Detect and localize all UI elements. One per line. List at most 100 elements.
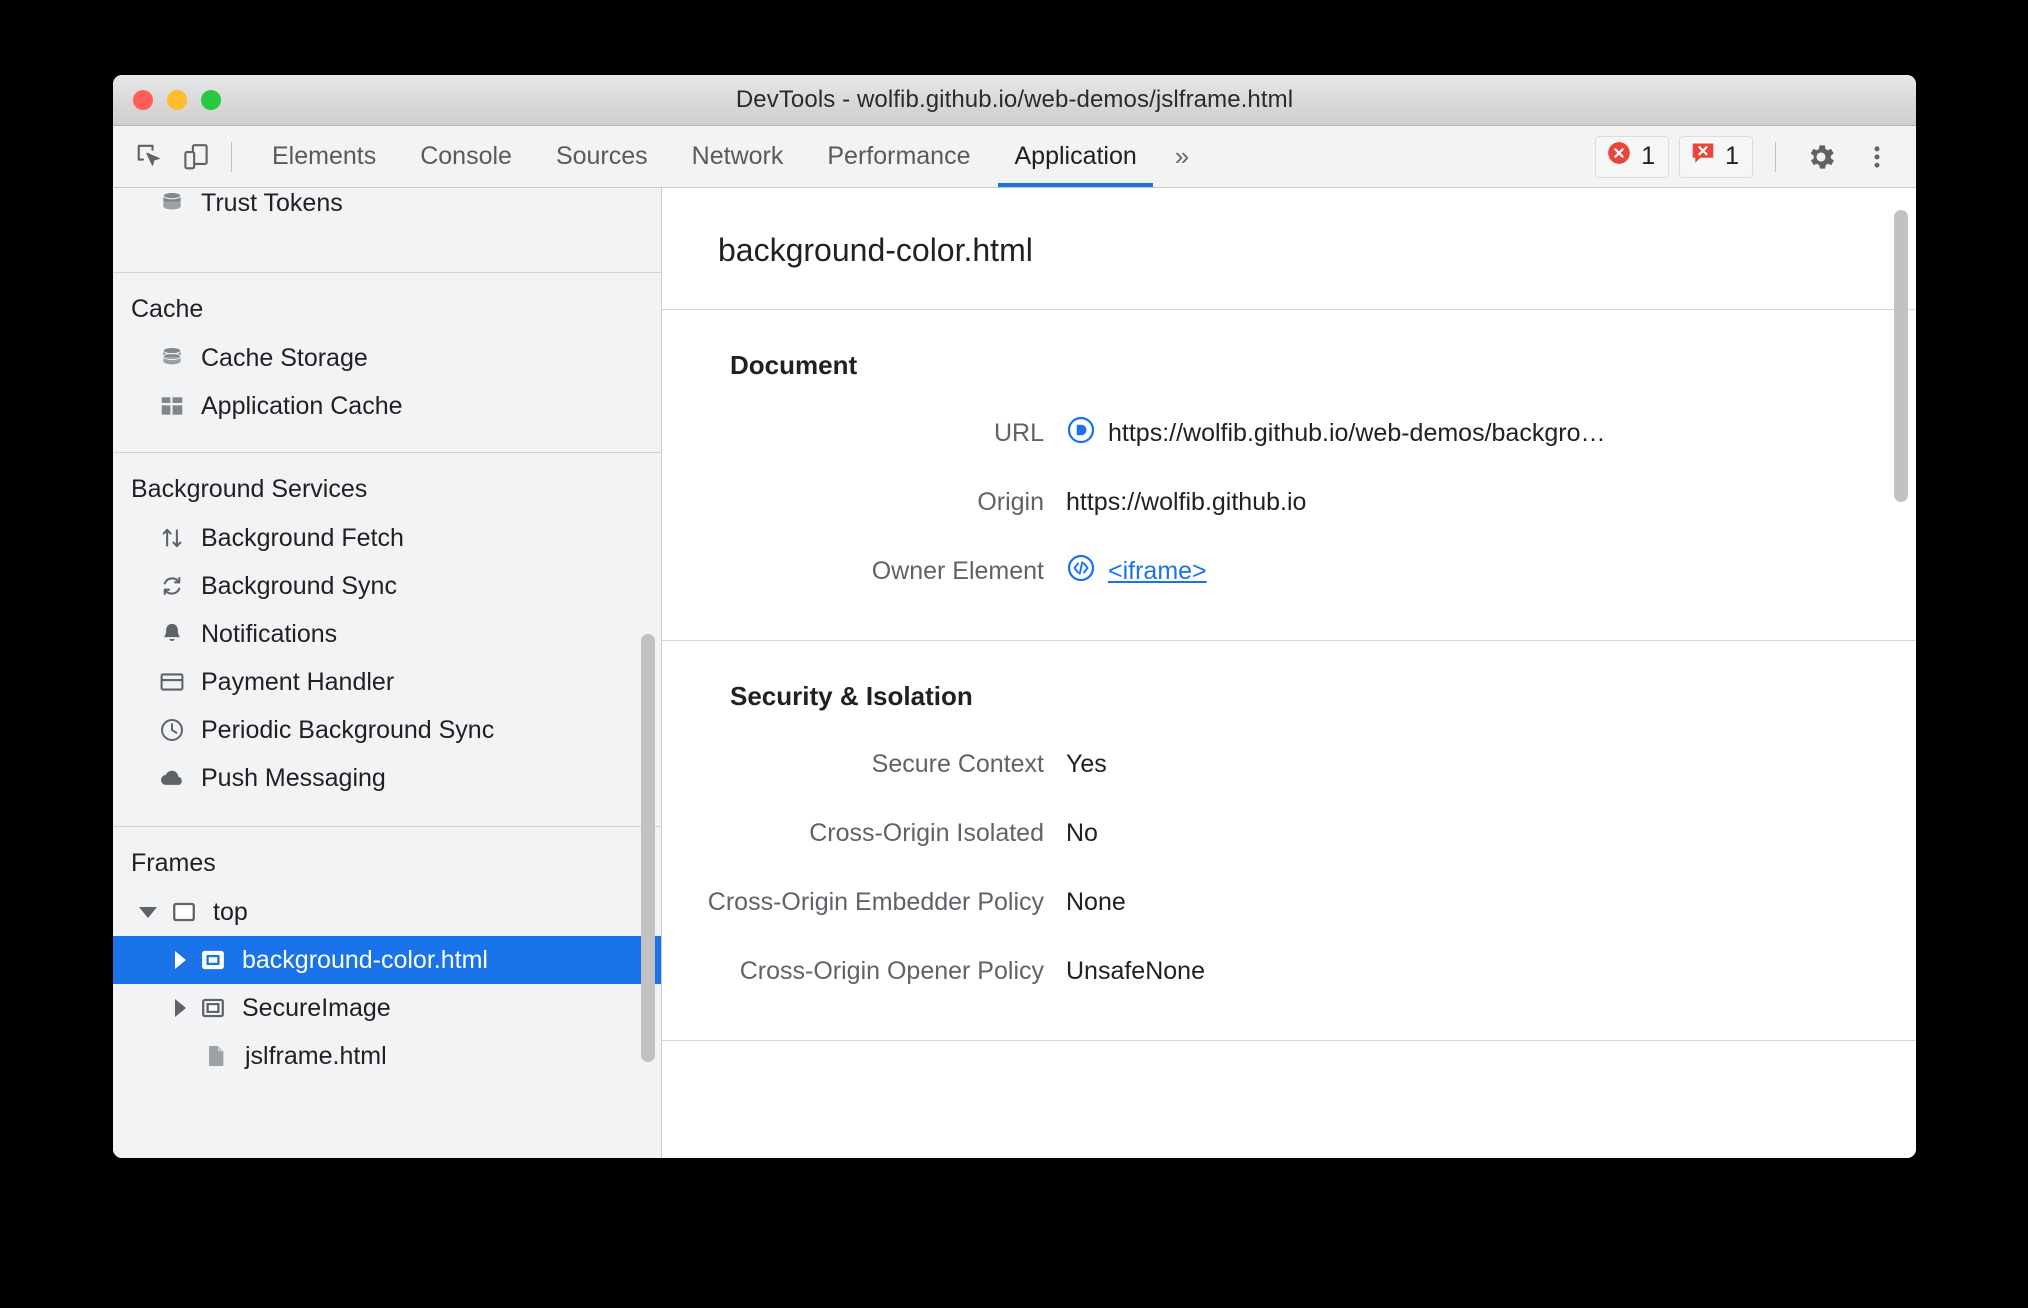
sidebar-item-notifications[interactable]: Notifications [113, 610, 661, 658]
origin-value: https://wolfib.github.io [1066, 488, 1307, 516]
row-value: None [1066, 888, 1166, 917]
tab-sources[interactable]: Sources [534, 126, 670, 187]
cloud-icon [155, 765, 189, 791]
sidebar-item-payment-handler[interactable]: Payment Handler [113, 658, 661, 706]
sidebar-item-label: Background Fetch [201, 523, 404, 552]
console-errors-badge[interactable]: 1 [1595, 135, 1670, 178]
tab-network[interactable]: Network [670, 126, 806, 187]
sidebar-item-cache-storage[interactable]: Cache Storage [113, 334, 661, 382]
row-url: URL https://wolfib.github.io/web-demos/b… [662, 399, 1916, 468]
clock-icon [155, 717, 189, 743]
row-label: Secure Context [871, 750, 1044, 778]
row-label: Cross-Origin Embedder Policy [707, 888, 1044, 916]
iframe-icon [196, 947, 230, 973]
more-tabs-button[interactable]: » [1159, 126, 1205, 187]
owner-element-link[interactable]: <iframe> [1108, 557, 1207, 586]
row-value: No [1066, 819, 1138, 848]
main-panel-scrollbar[interactable] [1894, 210, 1908, 502]
tab-elements[interactable]: Elements [250, 126, 398, 187]
section-document: Document URL https://wolfib.github.io/we… [662, 310, 1916, 641]
sidebar-item-periodic-background-sync[interactable]: Periodic Background Sync [113, 706, 661, 754]
sidebar-item-label: Application Cache [201, 391, 403, 420]
coep-value: None [1066, 888, 1126, 916]
row-label: Origin [977, 488, 1044, 516]
grid-icon [155, 393, 189, 419]
row-value: Yes [1066, 750, 1147, 779]
bell-icon [155, 621, 189, 647]
sidebar-section-storage-partial: Trust Tokens [113, 188, 661, 272]
coop-value: UnsafeNone [1066, 957, 1205, 985]
sidebar-item-background-fetch[interactable]: Background Fetch [113, 514, 661, 562]
minimize-window-button[interactable] [167, 90, 187, 110]
sync-icon [155, 573, 189, 599]
kebab-menu-icon[interactable] [1854, 134, 1900, 180]
section-security-isolation: Security & Isolation Secure Context Yes … [662, 641, 1916, 1041]
tab-console[interactable]: Console [398, 126, 534, 187]
issues-count: 1 [1725, 142, 1739, 170]
toolbar-divider-right [1775, 141, 1776, 172]
sidebar-item-label: jslframe.html [245, 1041, 387, 1070]
row-value: https://wolfib.github.io/web-demos/backg… [1066, 415, 1645, 452]
frame-details-panel: background-color.html Document URL https… [662, 188, 1916, 1158]
sidebar-item-background-sync[interactable]: Background Sync [113, 562, 661, 610]
device-toolbar-icon[interactable] [173, 134, 219, 180]
chevron-right-icon[interactable] [175, 951, 186, 969]
sidebar-item-label: Background Sync [201, 571, 397, 600]
row-owner-element: Owner Element <iframe> [662, 537, 1916, 606]
sidebar-item-label: Push Messaging [201, 763, 386, 792]
frame-details-header: background-color.html [662, 188, 1916, 310]
row-value: https://wolfib.github.io [1066, 488, 1346, 517]
page-title: background-color.html [718, 232, 1033, 268]
tab-application[interactable]: Application [992, 126, 1158, 187]
document-icon [199, 1043, 233, 1069]
sidebar-item-trust-tokens[interactable]: Trust Tokens [113, 188, 661, 224]
sidebar-group-title-cache: Cache [131, 295, 204, 323]
sidebar-item-push-messaging[interactable]: Push Messaging [113, 754, 661, 802]
devtools-toolbar: Elements Console Sources Network Perform… [113, 126, 1916, 188]
iframe-icon [196, 995, 230, 1021]
section-title-document: Document [730, 350, 858, 380]
secure-context-value: Yes [1066, 750, 1107, 778]
row-coep: Cross-Origin Embedder Policy None [662, 868, 1916, 937]
sidebar-item-frame-top[interactable]: top [113, 888, 661, 936]
devtools-window: DevTools - wolfib.github.io/web-demos/js… [113, 75, 1916, 1158]
screenshot-root: DevTools - wolfib.github.io/web-demos/js… [0, 0, 2028, 1308]
code-badge-icon [1066, 553, 1096, 590]
application-sidebar: Trust Tokens Cache Cache Storage Applica… [113, 188, 662, 1158]
error-circle-icon [1606, 140, 1632, 173]
sidebar-item-label: top [213, 897, 248, 926]
row-coop: Cross-Origin Opener Policy UnsafeNone [662, 937, 1916, 1006]
sidebar-scrollbar[interactable] [641, 634, 655, 1062]
close-window-button[interactable] [133, 90, 153, 110]
sidebar-item-frame-background-color[interactable]: background-color.html [113, 936, 661, 984]
sidebar-item-frame-secureimage[interactable]: SecureImage [113, 984, 661, 1032]
sidebar-item-label: Payment Handler [201, 667, 395, 696]
maximize-window-button[interactable] [201, 90, 221, 110]
chevron-right-icon[interactable] [175, 999, 186, 1017]
section-title-security-isolation: Security & Isolation [730, 681, 973, 711]
errors-count: 1 [1641, 142, 1656, 170]
window-controls [133, 90, 221, 110]
sidebar-item-label: Trust Tokens [201, 188, 343, 217]
devtools-tabs: Elements Console Sources Network Perform… [250, 126, 1205, 187]
chevron-down-icon[interactable] [139, 906, 157, 918]
row-value: UnsafeNone [1066, 957, 1245, 986]
gear-icon[interactable] [1798, 134, 1844, 180]
sidebar-section-background-services: Background Services Background Fetch Bac… [113, 453, 661, 826]
sidebar-item-frame-jslframe[interactable]: jslframe.html [113, 1032, 661, 1080]
sidebar-group-title-background-services: Background Services [131, 475, 368, 503]
inspect-element-icon[interactable] [127, 134, 173, 180]
sidebar-section-frames: Frames top background-color.html SecureI… [113, 827, 661, 1080]
credit-card-icon [155, 669, 189, 695]
sidebar-item-label: SecureImage [242, 993, 391, 1022]
window-title: DevTools - wolfib.github.io/web-demos/js… [735, 86, 1294, 113]
issues-badge[interactable]: 1 [1679, 135, 1753, 178]
devtools-content: Trust Tokens Cache Cache Storage Applica… [113, 188, 1916, 1158]
row-label: Cross-Origin Isolated [809, 819, 1044, 847]
sidebar-item-label: Cache Storage [201, 343, 368, 372]
row-origin: Origin https://wolfib.github.io [662, 468, 1916, 537]
window-titlebar: DevTools - wolfib.github.io/web-demos/js… [113, 75, 1916, 126]
tab-performance[interactable]: Performance [805, 126, 992, 187]
sidebar-item-application-cache[interactable]: Application Cache [113, 382, 661, 430]
database-icon [155, 345, 189, 371]
